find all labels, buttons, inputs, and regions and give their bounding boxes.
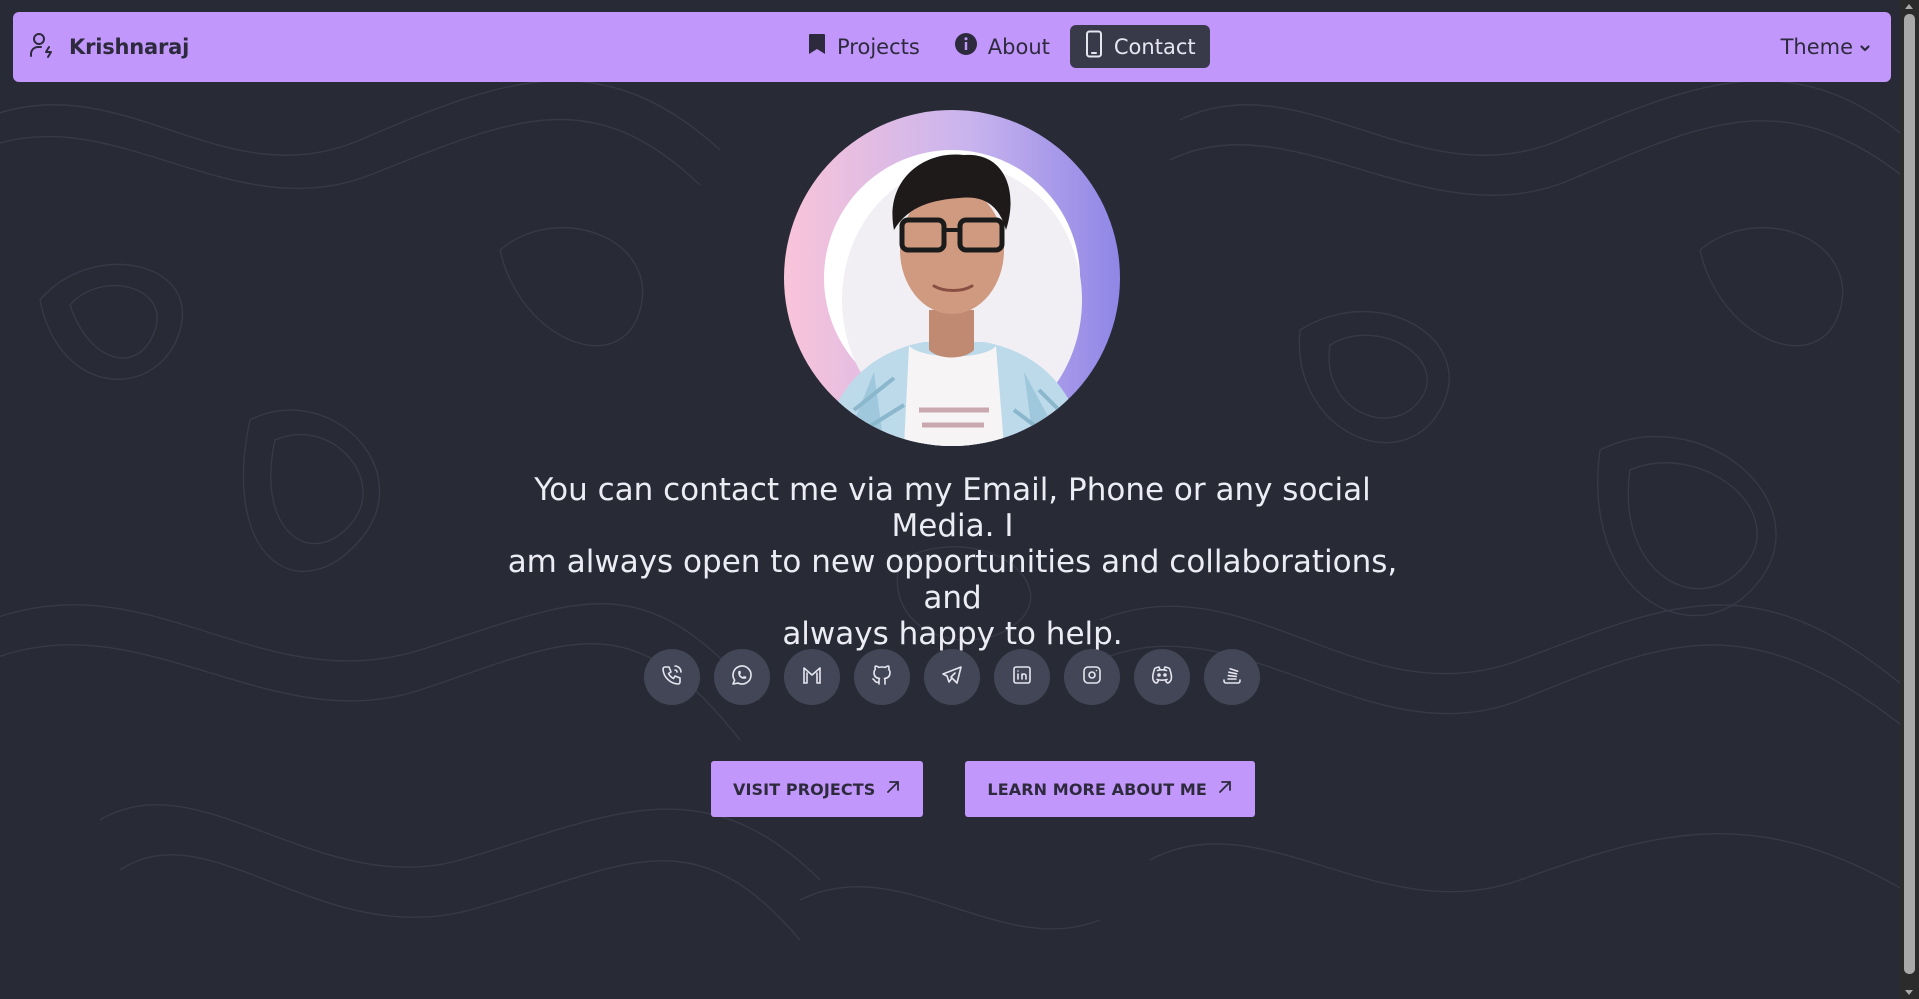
discord-icon xyxy=(1150,663,1174,691)
arrow-up-right-icon xyxy=(885,779,901,799)
gmail-icon xyxy=(800,663,824,691)
scroll-down-arrow[interactable] xyxy=(1905,990,1913,995)
bookmark-icon xyxy=(807,32,827,61)
bio-line-1: You can contact me via my Email, Phone o… xyxy=(534,472,1371,544)
visit-projects-label: VISIT PROJECTS xyxy=(733,779,876,799)
stackoverflow-icon xyxy=(1220,663,1244,691)
profile-avatar xyxy=(784,110,1120,446)
telegram-icon xyxy=(940,663,964,691)
arrow-up-right-icon xyxy=(1217,779,1233,799)
nav-item-projects[interactable]: Projects xyxy=(793,25,934,68)
instagram-icon xyxy=(1080,663,1104,691)
brand-link[interactable]: Krishnaraj xyxy=(29,12,189,82)
social-discord-button[interactable] xyxy=(1134,649,1190,705)
page-scrollbar[interactable] xyxy=(1900,0,1919,999)
social-gmail-button[interactable] xyxy=(784,649,840,705)
bio-line-2: am always open to new opportunities and … xyxy=(507,544,1398,616)
phone-call-icon xyxy=(660,663,684,691)
social-phone-button[interactable] xyxy=(644,649,700,705)
social-links xyxy=(644,649,1260,705)
social-instagram-button[interactable] xyxy=(1064,649,1120,705)
nav-links: Projects About Contact xyxy=(793,25,1210,68)
whatsapp-icon xyxy=(730,663,754,691)
cta-buttons: VISIT PROJECTS LEARN MORE ABOUT ME xyxy=(711,761,1255,817)
bio-line-3: always happy to help. xyxy=(782,616,1123,652)
social-linkedin-button[interactable] xyxy=(994,649,1050,705)
nav-label-contact: Contact xyxy=(1113,34,1196,59)
social-telegram-button[interactable] xyxy=(924,649,980,705)
info-icon xyxy=(954,32,978,61)
github-icon xyxy=(870,663,894,691)
social-stackoverflow-button[interactable] xyxy=(1204,649,1260,705)
theme-label: Theme xyxy=(1780,35,1853,59)
nav-label-about: About xyxy=(987,34,1050,59)
nav-item-about[interactable]: About xyxy=(940,25,1064,68)
contact-intro-text: You can contact me via my Email, Phone o… xyxy=(480,472,1425,652)
theme-dropdown[interactable]: Theme xyxy=(1781,12,1871,82)
nav-label-projects: Projects xyxy=(837,34,920,59)
linkedin-icon xyxy=(1010,663,1034,691)
social-github-button[interactable] xyxy=(854,649,910,705)
navbar: Krishnaraj Projects About Contact Theme xyxy=(13,12,1891,82)
smartphone-icon xyxy=(1084,30,1104,63)
learn-more-button[interactable]: LEARN MORE ABOUT ME xyxy=(965,761,1255,817)
visit-projects-button[interactable]: VISIT PROJECTS xyxy=(711,761,924,817)
scroll-up-arrow[interactable] xyxy=(1905,4,1913,9)
chevron-down-icon xyxy=(1859,35,1871,59)
social-whatsapp-button[interactable] xyxy=(714,649,770,705)
brand-name: Krishnaraj xyxy=(69,35,190,59)
learn-more-label: LEARN MORE ABOUT ME xyxy=(987,779,1207,799)
user-bolt-icon xyxy=(29,31,55,63)
scrollbar-thumb[interactable] xyxy=(1904,14,1915,974)
nav-item-contact[interactable]: Contact xyxy=(1069,25,1210,68)
